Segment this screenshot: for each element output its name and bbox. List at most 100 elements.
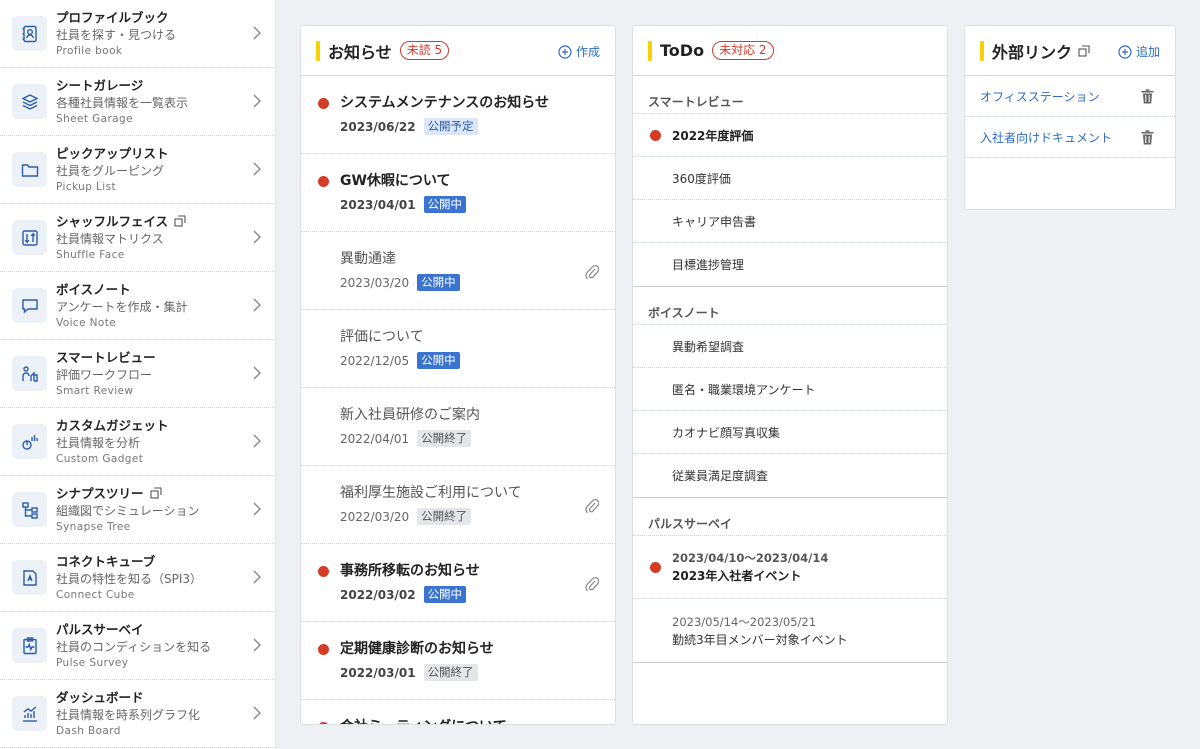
folder-icon	[12, 152, 47, 187]
accent-bar	[648, 40, 652, 61]
accent-bar	[316, 40, 320, 61]
shuffle-icon	[12, 220, 47, 255]
sidebar-item-title: コネクトキューブ	[56, 553, 156, 569]
sidebar-item-custom-gadget[interactable]: カスタムガジェット 社員情報を分析 Custom Gadget	[0, 408, 275, 476]
news-item[interactable]: GW休暇について 2023/04/01 公開中	[301, 154, 615, 232]
external-link[interactable]: オフィスステーション	[980, 88, 1100, 105]
sidebar-item-profile-book[interactable]: プロファイルブック 社員を探す・見つける Profile book	[0, 0, 275, 68]
chevron-right-icon	[253, 366, 261, 380]
create-news-button[interactable]: 作成	[558, 43, 600, 60]
event-name: 2023年入社者イベント	[672, 569, 802, 583]
unread-dot	[650, 130, 661, 141]
paperclip-icon	[585, 499, 599, 514]
link-item: オフィスステーション	[965, 76, 1175, 117]
todo-item[interactable]: 360度評価	[633, 157, 947, 200]
todo-event-item[interactable]: 2023/04/10〜2023/04/14 2023年入社者イベント	[633, 536, 947, 599]
news-date: 2023/03/20	[340, 275, 410, 290]
external-link-icon	[174, 215, 186, 227]
news-panel-header: お知らせ 未読 5 作成	[301, 26, 615, 76]
chevron-right-icon	[253, 706, 261, 720]
unread-badge: 未読 5	[399, 41, 450, 60]
sidebar-item-title: シナプスツリー	[56, 485, 144, 501]
sidebar-item-connect-cube[interactable]: コネクトキューブ 社員の特性を知る（SPI3） Connect Cube	[0, 544, 275, 612]
todo-item[interactable]: 異動希望調査	[633, 325, 947, 368]
todo-item[interactable]: 従業員満足度調査	[633, 454, 947, 497]
sidebar-item-subtitle: 社員のコンディションを知る	[56, 639, 212, 654]
todo-event-item[interactable]: 2023/05/14〜2023/05/21 勤続3年目メンバー対象イベント	[633, 599, 947, 662]
news-date: 2022/04/01	[340, 431, 410, 446]
news-title: 評価について	[340, 329, 424, 345]
sidebar-item-voice-note[interactable]: ボイスノート アンケートを作成・集計 Voice Note	[0, 272, 275, 340]
add-link-button[interactable]: 追加	[1118, 43, 1160, 60]
todo-section-smart-review: スマートレビュー 2022年度評価 360度評価 キャリア申告書 目標進捗管理	[633, 76, 947, 287]
org-tree-icon	[12, 492, 47, 527]
unread-dot	[318, 566, 329, 577]
todo-item[interactable]: 目標進捗管理	[633, 243, 947, 286]
sidebar-item-subtitle: 社員情報を時系列グラフ化	[56, 707, 201, 722]
todo-item-label: カオナビ顔写真収集	[672, 425, 781, 440]
chart-icon	[12, 696, 47, 731]
unread-dot	[318, 98, 329, 109]
sidebar-item-smart-review[interactable]: スマートレビュー 評価ワークフロー Smart Review	[0, 340, 275, 408]
sidebar-item-english: Smart Review	[56, 384, 134, 397]
plus-circle-icon	[1118, 44, 1132, 59]
todo-section-pulse-survey: パルスサーベイ 2023/04/10〜2023/04/14 2023年入社者イベ…	[633, 498, 947, 663]
news-item[interactable]: 新入社員研修のご案内 2022/04/01 公開終了	[301, 388, 615, 466]
paperclip-icon	[585, 577, 599, 592]
links-panel-header: 外部リンク 追加	[965, 26, 1175, 76]
status-badge: 公開中	[423, 196, 467, 213]
trash-icon[interactable]	[1141, 130, 1154, 145]
event-date-range: 2023/04/10〜2023/04/14	[672, 551, 829, 565]
sidebar-item-subtitle: 評価ワークフロー	[56, 367, 153, 382]
news-title: 定期健康診断のお知らせ	[340, 641, 494, 657]
todo-item[interactable]: 2022年度評価	[633, 114, 947, 157]
todo-panel-header: ToDo 未対応 2	[633, 26, 947, 76]
unread-dot	[650, 562, 661, 573]
news-item[interactable]: 会社ミーティングについて	[301, 700, 615, 724]
sidebar-item-title: ボイスノート	[56, 281, 131, 297]
todo-item-label: 異動希望調査	[672, 339, 745, 354]
news-item[interactable]: 事務所移転のお知らせ 2022/03/02 公開中	[301, 544, 615, 622]
clipboard-pulse-icon	[12, 628, 47, 663]
sidebar-item-sheet-garage[interactable]: シートガレージ 各種社員情報を一覧表示 Sheet Garage	[0, 68, 275, 136]
news-item[interactable]: 福利厚生施設ご利用について 2022/03/20 公開終了	[301, 466, 615, 544]
external-link[interactable]: 入社者向けドキュメント	[980, 129, 1112, 146]
news-item[interactable]: 異動通達 2023/03/20 公開中	[301, 232, 615, 310]
todo-item[interactable]: カオナビ顔写真収集	[633, 411, 947, 454]
add-label: 追加	[1135, 45, 1160, 59]
sidebar-item-title: ダッシュボード	[56, 689, 144, 705]
sidebar-item-pickup-list[interactable]: ピックアップリスト 社員をグルーピング Pickup List	[0, 136, 275, 204]
trash-icon[interactable]	[1141, 89, 1154, 104]
sidebar-item-title: シャッフルフェイス	[56, 213, 169, 229]
news-item[interactable]: 定期健康診断のお知らせ 2022/03/01 公開終了	[301, 622, 615, 700]
sidebar-item-title: プロファイルブック	[56, 9, 169, 25]
profile-book-icon	[12, 16, 47, 51]
todo-item[interactable]: 匿名・職業環境アンケート	[633, 368, 947, 411]
sidebar-item-shuffle-face[interactable]: シャッフルフェイス 社員情報マトリクス Shuffle Face	[0, 204, 275, 272]
chevron-right-icon	[253, 434, 261, 448]
news-item[interactable]: 評価について 2022/12/05 公開中	[301, 310, 615, 388]
sidebar-item-synapse-tree[interactable]: シナプスツリー 組織図でシミュレーション Synapse Tree	[0, 476, 275, 544]
news-date: 2023/06/22	[340, 119, 416, 134]
todo-item-label: 360度評価	[672, 171, 731, 186]
sidebar-item-pulse-survey[interactable]: パルスサーベイ 社員のコンディションを知る Pulse Survey	[0, 612, 275, 680]
unread-dot	[318, 176, 329, 187]
sidebar-item-title: ピックアップリスト	[56, 145, 169, 161]
sidebar-item-title: スマートレビュー	[56, 349, 156, 365]
status-badge: 公開予定	[423, 118, 478, 135]
sidebar-item-subtitle: 社員情報マトリクス	[56, 231, 164, 246]
review-icon	[12, 356, 47, 391]
status-badge: 公開中	[417, 274, 460, 291]
sidebar-item-english: Connect Cube	[56, 588, 135, 601]
event-date-range: 2023/05/14〜2023/05/21	[672, 614, 817, 629]
sidebar-item-english: Sheet Garage	[56, 112, 133, 125]
todo-section-voice-note: ボイスノート 異動希望調査 匿名・職業環境アンケート カオナビ顔写真収集 従業員…	[633, 287, 947, 498]
chevron-right-icon	[253, 638, 261, 652]
news-date: 2022/03/20	[340, 509, 410, 524]
event-name: 勤続3年目メンバー対象イベント	[672, 632, 848, 647]
sidebar-item-dashboard[interactable]: ダッシュボード 社員情報を時系列グラフ化 Dash Board	[0, 680, 275, 748]
news-title: 会社ミーティングについて	[340, 717, 615, 724]
news-date: 2023/04/01	[340, 197, 416, 212]
todo-item[interactable]: キャリア申告書	[633, 200, 947, 243]
news-item[interactable]: システムメンテナンスのお知らせ 2023/06/22 公開予定	[301, 76, 615, 154]
